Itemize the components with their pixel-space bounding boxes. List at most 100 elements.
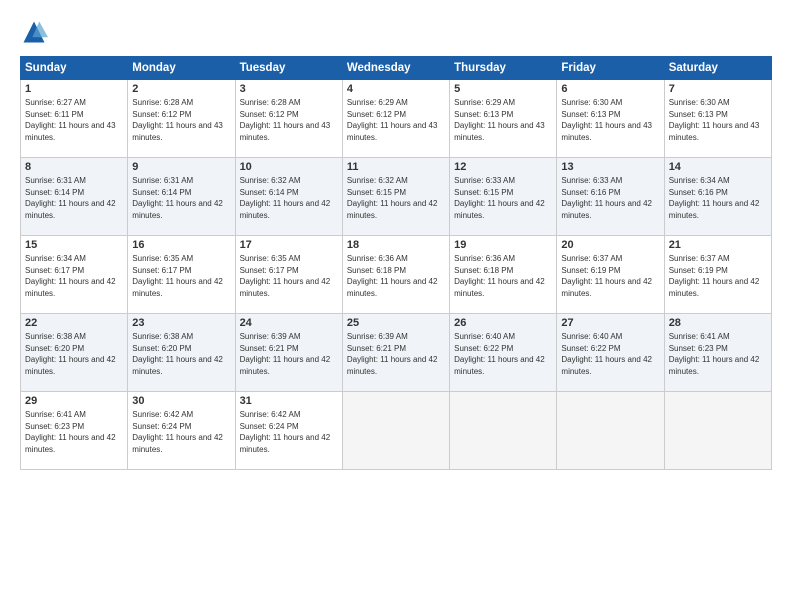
- daylight-label: Daylight: 11 hours and 43 minutes.: [669, 121, 760, 142]
- sunset-label: Sunset: 6:14 PM: [240, 188, 299, 197]
- day-info: Sunrise: 6:34 AM Sunset: 6:16 PM Dayligh…: [669, 175, 767, 221]
- sunset-label: Sunset: 6:19 PM: [669, 266, 728, 275]
- sunset-label: Sunset: 6:21 PM: [347, 344, 406, 353]
- daylight-label: Daylight: 11 hours and 42 minutes.: [25, 199, 116, 220]
- day-number: 6: [561, 83, 659, 95]
- daylight-label: Daylight: 11 hours and 42 minutes.: [561, 277, 652, 298]
- day-number: 21: [669, 239, 767, 251]
- daylight-label: Daylight: 11 hours and 42 minutes.: [561, 199, 652, 220]
- sunrise-label: Sunrise: 6:37 AM: [561, 254, 622, 263]
- sunrise-label: Sunrise: 6:33 AM: [454, 176, 515, 185]
- calendar-cell: 20 Sunrise: 6:37 AM Sunset: 6:19 PM Dayl…: [557, 236, 664, 314]
- daylight-label: Daylight: 11 hours and 42 minutes.: [25, 355, 116, 376]
- day-number: 15: [25, 239, 123, 251]
- calendar-cell: 12 Sunrise: 6:33 AM Sunset: 6:15 PM Dayl…: [450, 158, 557, 236]
- sunrise-label: Sunrise: 6:36 AM: [454, 254, 515, 263]
- sunset-label: Sunset: 6:17 PM: [132, 266, 191, 275]
- day-number: 26: [454, 317, 552, 329]
- day-number: 29: [25, 395, 123, 407]
- calendar-cell: 7 Sunrise: 6:30 AM Sunset: 6:13 PM Dayli…: [664, 80, 771, 158]
- page: Sunday Monday Tuesday Wednesday Thursday…: [0, 0, 792, 612]
- day-info: Sunrise: 6:36 AM Sunset: 6:18 PM Dayligh…: [454, 253, 552, 299]
- day-info: Sunrise: 6:30 AM Sunset: 6:13 PM Dayligh…: [669, 97, 767, 143]
- header-monday: Monday: [128, 57, 235, 80]
- day-info: Sunrise: 6:40 AM Sunset: 6:22 PM Dayligh…: [561, 331, 659, 377]
- sunset-label: Sunset: 6:13 PM: [669, 110, 728, 119]
- header-saturday: Saturday: [664, 57, 771, 80]
- sunrise-label: Sunrise: 6:37 AM: [669, 254, 730, 263]
- sunset-label: Sunset: 6:23 PM: [25, 422, 84, 431]
- sunrise-label: Sunrise: 6:36 AM: [347, 254, 408, 263]
- day-info: Sunrise: 6:35 AM Sunset: 6:17 PM Dayligh…: [240, 253, 338, 299]
- calendar-cell: 28 Sunrise: 6:41 AM Sunset: 6:23 PM Dayl…: [664, 314, 771, 392]
- sunset-label: Sunset: 6:22 PM: [454, 344, 513, 353]
- calendar-week-row: 1 Sunrise: 6:27 AM Sunset: 6:11 PM Dayli…: [21, 80, 772, 158]
- sunset-label: Sunset: 6:14 PM: [25, 188, 84, 197]
- daylight-label: Daylight: 11 hours and 43 minutes.: [132, 121, 223, 142]
- sunset-label: Sunset: 6:20 PM: [132, 344, 191, 353]
- sunset-label: Sunset: 6:20 PM: [25, 344, 84, 353]
- day-info: Sunrise: 6:29 AM Sunset: 6:13 PM Dayligh…: [454, 97, 552, 143]
- day-number: 28: [669, 317, 767, 329]
- calendar-cell: 14 Sunrise: 6:34 AM Sunset: 6:16 PM Dayl…: [664, 158, 771, 236]
- sunrise-label: Sunrise: 6:28 AM: [132, 98, 193, 107]
- daylight-label: Daylight: 11 hours and 43 minutes.: [240, 121, 331, 142]
- day-number: 19: [454, 239, 552, 251]
- day-info: Sunrise: 6:37 AM Sunset: 6:19 PM Dayligh…: [669, 253, 767, 299]
- daylight-label: Daylight: 11 hours and 42 minutes.: [132, 199, 223, 220]
- day-info: Sunrise: 6:31 AM Sunset: 6:14 PM Dayligh…: [25, 175, 123, 221]
- weekday-header-row: Sunday Monday Tuesday Wednesday Thursday…: [21, 57, 772, 80]
- daylight-label: Daylight: 11 hours and 42 minutes.: [454, 277, 545, 298]
- sunrise-label: Sunrise: 6:31 AM: [25, 176, 86, 185]
- day-info: Sunrise: 6:40 AM Sunset: 6:22 PM Dayligh…: [454, 331, 552, 377]
- day-info: Sunrise: 6:38 AM Sunset: 6:20 PM Dayligh…: [132, 331, 230, 377]
- sunset-label: Sunset: 6:13 PM: [561, 110, 620, 119]
- sunset-label: Sunset: 6:21 PM: [240, 344, 299, 353]
- daylight-label: Daylight: 11 hours and 42 minutes.: [132, 433, 223, 454]
- calendar-cell: 22 Sunrise: 6:38 AM Sunset: 6:20 PM Dayl…: [21, 314, 128, 392]
- sunrise-label: Sunrise: 6:38 AM: [132, 332, 193, 341]
- daylight-label: Daylight: 11 hours and 42 minutes.: [347, 355, 438, 376]
- day-number: 12: [454, 161, 552, 173]
- calendar-cell: [557, 392, 664, 470]
- day-number: 1: [25, 83, 123, 95]
- daylight-label: Daylight: 11 hours and 42 minutes.: [132, 355, 223, 376]
- day-info: Sunrise: 6:39 AM Sunset: 6:21 PM Dayligh…: [240, 331, 338, 377]
- day-info: Sunrise: 6:39 AM Sunset: 6:21 PM Dayligh…: [347, 331, 445, 377]
- calendar-cell: 1 Sunrise: 6:27 AM Sunset: 6:11 PM Dayli…: [21, 80, 128, 158]
- sunset-label: Sunset: 6:14 PM: [132, 188, 191, 197]
- daylight-label: Daylight: 11 hours and 42 minutes.: [669, 199, 760, 220]
- daylight-label: Daylight: 11 hours and 42 minutes.: [454, 355, 545, 376]
- day-number: 7: [669, 83, 767, 95]
- calendar-cell: [664, 392, 771, 470]
- calendar-cell: 16 Sunrise: 6:35 AM Sunset: 6:17 PM Dayl…: [128, 236, 235, 314]
- calendar-week-row: 22 Sunrise: 6:38 AM Sunset: 6:20 PM Dayl…: [21, 314, 772, 392]
- header-thursday: Thursday: [450, 57, 557, 80]
- sunset-label: Sunset: 6:22 PM: [561, 344, 620, 353]
- day-number: 10: [240, 161, 338, 173]
- calendar: Sunday Monday Tuesday Wednesday Thursday…: [20, 56, 772, 470]
- sunset-label: Sunset: 6:18 PM: [454, 266, 513, 275]
- day-info: Sunrise: 6:42 AM Sunset: 6:24 PM Dayligh…: [132, 409, 230, 455]
- calendar-cell: [450, 392, 557, 470]
- calendar-cell: 3 Sunrise: 6:28 AM Sunset: 6:12 PM Dayli…: [235, 80, 342, 158]
- calendar-cell: 13 Sunrise: 6:33 AM Sunset: 6:16 PM Dayl…: [557, 158, 664, 236]
- day-info: Sunrise: 6:28 AM Sunset: 6:12 PM Dayligh…: [132, 97, 230, 143]
- sunset-label: Sunset: 6:13 PM: [454, 110, 513, 119]
- sunrise-label: Sunrise: 6:29 AM: [347, 98, 408, 107]
- calendar-cell: 15 Sunrise: 6:34 AM Sunset: 6:17 PM Dayl…: [21, 236, 128, 314]
- day-number: 9: [132, 161, 230, 173]
- calendar-cell: 31 Sunrise: 6:42 AM Sunset: 6:24 PM Dayl…: [235, 392, 342, 470]
- day-number: 25: [347, 317, 445, 329]
- sunset-label: Sunset: 6:12 PM: [347, 110, 406, 119]
- day-info: Sunrise: 6:41 AM Sunset: 6:23 PM Dayligh…: [669, 331, 767, 377]
- sunrise-label: Sunrise: 6:32 AM: [240, 176, 301, 185]
- header-tuesday: Tuesday: [235, 57, 342, 80]
- header-friday: Friday: [557, 57, 664, 80]
- sunrise-label: Sunrise: 6:29 AM: [454, 98, 515, 107]
- day-info: Sunrise: 6:32 AM Sunset: 6:14 PM Dayligh…: [240, 175, 338, 221]
- sunset-label: Sunset: 6:18 PM: [347, 266, 406, 275]
- sunrise-label: Sunrise: 6:34 AM: [669, 176, 730, 185]
- sunrise-label: Sunrise: 6:41 AM: [25, 410, 86, 419]
- sunrise-label: Sunrise: 6:38 AM: [25, 332, 86, 341]
